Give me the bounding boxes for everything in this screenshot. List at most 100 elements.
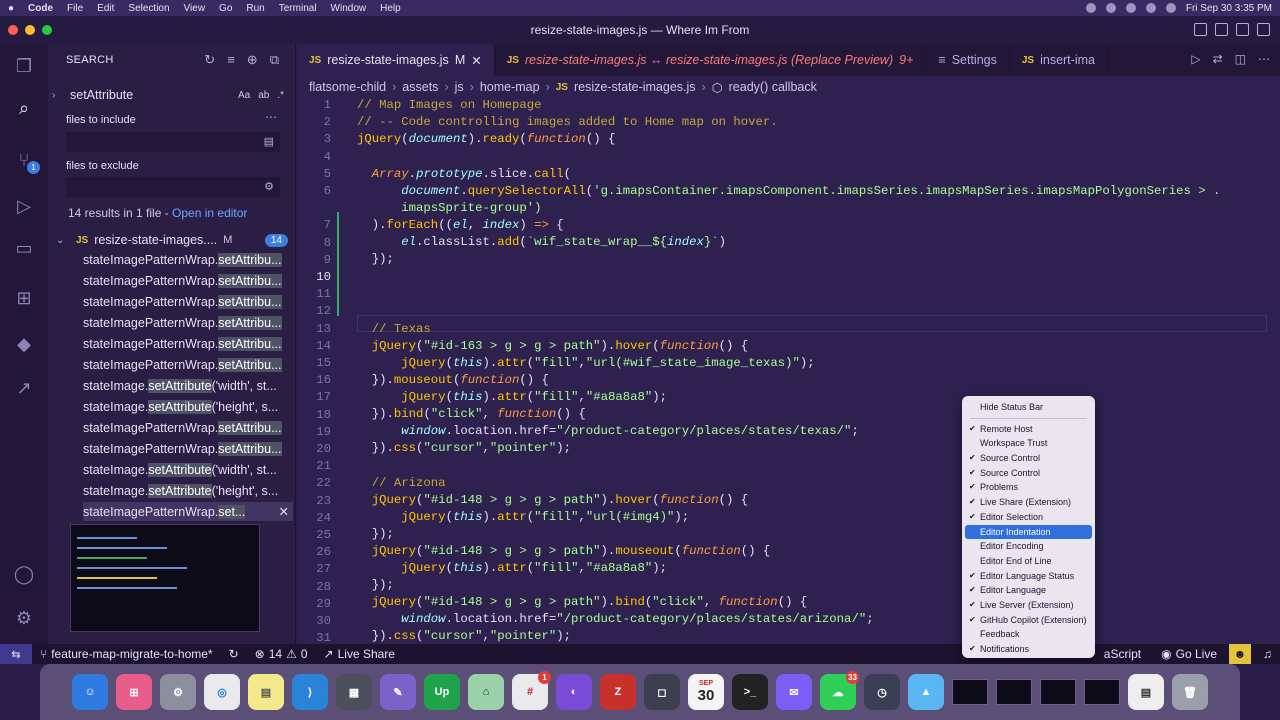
search-match-row[interactable]: stateImagePatternWrap. setAttribu... [83, 418, 293, 437]
context-menu-item[interactable]: ✔ Source Control [965, 451, 1092, 466]
chrome-icon[interactable]: ◎ [204, 674, 240, 710]
notes-icon[interactable]: ▤ [248, 674, 284, 710]
apple-icon[interactable]: ● [8, 3, 14, 14]
context-menu-item[interactable]: ✔ Notifications [965, 642, 1092, 657]
github-desktop-icon[interactable]: ◐ [556, 674, 592, 710]
more-actions-icon[interactable]: ⋯ [1258, 52, 1270, 66]
slack-icon[interactable]: #1 [512, 671, 551, 710]
files-to-exclude-input[interactable]: ⚙ [66, 177, 280, 197]
code-editor[interactable]: 1 2 3 4 5 6 7 8 9 10 11 12 13 14 15 16 17 18 19 20 21 22 23 24 2… [297, 98, 1267, 645]
problems-status[interactable]: ⊗ 14 ⚠ 0 [247, 647, 316, 661]
copilot-icon[interactable]: ☻ [1229, 644, 1251, 664]
search-match-row[interactable]: stateImagePatternWrap. setAttribu... [83, 250, 293, 269]
context-menu-item[interactable]: Editor End of Line [965, 554, 1092, 569]
minimize-window-button[interactable] [25, 25, 35, 35]
status-icon[interactable] [1085, 3, 1096, 13]
explorer-icon[interactable]: ❐ [12, 54, 36, 78]
search-input[interactable]: setAttribute Aa ab .* [66, 84, 288, 106]
context-menu-item[interactable]: ✔ Editor Selection [965, 510, 1092, 525]
search-match-row[interactable]: stateImage. setAttribute ('height', s... [83, 397, 293, 416]
clear-results-icon[interactable]: ≡ [227, 52, 235, 68]
toggle-sidebar-icon[interactable] [1194, 23, 1207, 36]
system-preferences-icon[interactable]: ⚙ [160, 674, 196, 710]
context-menu-item[interactable]: Editor Encoding [965, 539, 1092, 554]
terminal-icon[interactable]: >_ [732, 674, 768, 710]
search-match-row[interactable]: stateImagePatternWrap. setAttribu... [83, 439, 293, 458]
context-menu-item[interactable]: ✔ Editor Language Status [965, 569, 1092, 584]
search-match-row[interactable]: stateImagePatternWrap. setAttribu... [83, 313, 293, 332]
menu-file[interactable]: File [67, 3, 83, 14]
refresh-icon[interactable]: ↻ [204, 52, 215, 68]
whole-word-toggle[interactable]: ab [258, 90, 269, 101]
collapse-all-icon[interactable]: ⧉ [270, 52, 279, 68]
context-menu-item[interactable]: ✔ Problems [965, 480, 1092, 495]
search-match-row[interactable]: stateImage. setAttribute ('height', s... [83, 481, 293, 500]
use-exclude-settings-icon[interactable]: ⚙ [264, 180, 274, 193]
tab-insert-images[interactable]: JS insert-ima [1010, 44, 1108, 76]
menu-selection[interactable]: Selection [128, 3, 169, 14]
more-options-icon[interactable]: ⋯ [265, 110, 277, 124]
search-match-row[interactable]: stateImagePatternWrap. setAttribu... [83, 271, 293, 290]
menu-window[interactable]: Window [331, 3, 367, 14]
split-editor-icon[interactable]: ◫ [1235, 52, 1246, 66]
search-only-open-editors-icon[interactable]: ▤ [264, 135, 274, 148]
menubar-datetime[interactable]: Fri Sep 30 3:35 PM [1186, 3, 1272, 14]
minimized-window-thumbnail[interactable] [996, 679, 1032, 705]
breadcrumb-item[interactable]: resize-state-images.js [574, 80, 696, 94]
hosting-icon[interactable]: ⌂ [468, 674, 504, 710]
breadcrumb-item[interactable]: js [455, 80, 464, 94]
branch-status[interactable]: ⑂ feature-map-migrate-to-home* [32, 647, 221, 661]
context-menu-item[interactable]: Editor Indentation [965, 524, 1092, 540]
run-debug-icon[interactable]: ▷ [12, 194, 36, 218]
calendar-icon[interactable]: SEP 30 [688, 674, 724, 710]
close-tab-icon[interactable]: ✕ [471, 53, 481, 68]
launchpad-icon[interactable]: ⊞ [116, 674, 152, 710]
docker-icon[interactable]: ◆ [12, 332, 36, 356]
language-mode[interactable]: aScript [1104, 647, 1149, 661]
tab-replace-preview[interactable]: JS resize-state-images.js ↔ resize-state… [495, 44, 927, 76]
menu-terminal[interactable]: Terminal [279, 3, 317, 14]
context-menu-item[interactable]: ✔ Live Server (Extension) [965, 598, 1092, 613]
breadcrumb-item[interactable]: assets [402, 80, 438, 94]
downloads-folder-icon[interactable]: ▲ [908, 674, 944, 710]
menu-run[interactable]: Run [246, 3, 264, 14]
tab-settings[interactable]: ≡ Settings [926, 44, 1010, 76]
context-menu-item[interactable]: ✔ Remote Host [965, 422, 1092, 437]
search-match-row[interactable]: stateImagePatternWrap. setAttribu... [83, 355, 293, 374]
open-in-editor-link[interactable]: Open in editor [172, 206, 247, 220]
screen-recording-thumbnail[interactable] [70, 524, 260, 632]
docker-icon[interactable]: ◻ [644, 674, 680, 710]
menu-edit[interactable]: Edit [97, 3, 114, 14]
regex-toggle[interactable]: .* [277, 90, 284, 101]
files-to-include-input[interactable]: ▤ [66, 132, 280, 152]
search-icon[interactable] [1165, 3, 1176, 13]
clock-icon[interactable]: ◷ [864, 674, 900, 710]
menu-go[interactable]: Go [219, 3, 232, 14]
live-share-icon[interactable]: ↗ [12, 376, 36, 400]
context-menu-item[interactable]: ✔ Live Share (Extension) [965, 495, 1092, 510]
close-window-button[interactable] [8, 25, 18, 35]
toolbox-icon[interactable]: ✎ [380, 674, 416, 710]
run-icon[interactable]: ▷ [1191, 52, 1200, 66]
breadcrumb-item[interactable]: flatsome-child [309, 80, 386, 94]
status-icon[interactable] [1125, 3, 1136, 13]
tab-resize-state-images[interactable]: JS resize-state-images.js M ✕ [297, 44, 495, 76]
finder-icon[interactable]: ☺ [72, 674, 108, 710]
new-search-editor-icon[interactable]: ⊕ [247, 52, 258, 68]
search-match-row[interactable]: stateImagePatternWrap. set... ✕ [83, 502, 293, 521]
result-file-row[interactable]: ⌄ JS resize-state-images.... M 14 [56, 231, 288, 249]
minimized-window-thumbnail[interactable] [1084, 679, 1120, 705]
calculator-icon[interactable]: ▦ [336, 674, 372, 710]
context-menu-item[interactable]: ✔ Editor Language [965, 583, 1092, 598]
breadcrumb-item[interactable]: ready() callback [729, 80, 817, 94]
remote-explorer-icon[interactable]: ▭ [12, 236, 36, 260]
sync-status[interactable]: ↻ [221, 647, 247, 661]
document-icon[interactable]: ▤ [1128, 674, 1164, 710]
menu-app-name[interactable]: Code [28, 3, 53, 14]
match-case-toggle[interactable]: Aa [238, 90, 250, 101]
search-match-row[interactable]: stateImagePatternWrap. setAttribu... [83, 334, 293, 353]
toggle-panel-icon[interactable] [1215, 23, 1228, 36]
upwork-icon[interactable]: Up [424, 674, 460, 710]
minimized-window-thumbnail[interactable] [1040, 679, 1076, 705]
minimized-window-thumbnail[interactable] [952, 679, 988, 705]
